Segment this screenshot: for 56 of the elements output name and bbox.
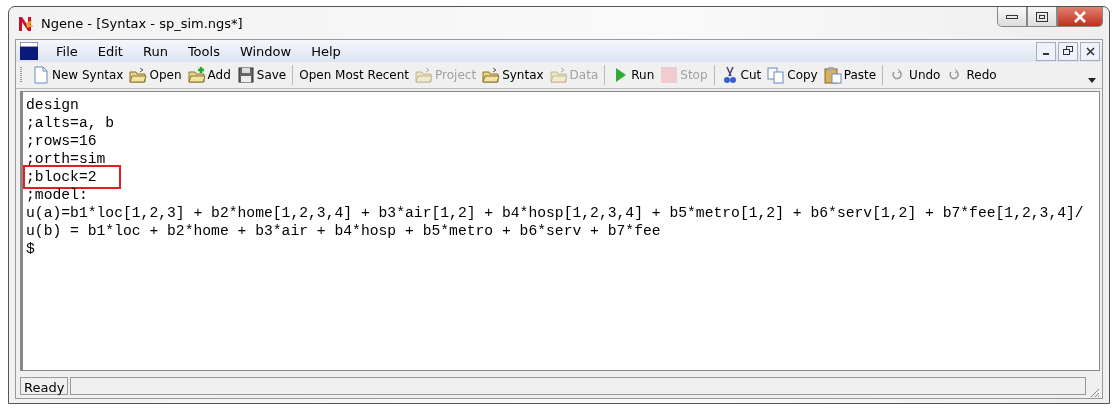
folder-icon <box>129 66 148 84</box>
restore-icon <box>1063 46 1073 56</box>
code-line: ;orth=sim <box>26 150 106 168</box>
code-line: design <box>26 96 79 114</box>
toolbar-button[interactable]: Open <box>126 64 185 86</box>
menu-item[interactable]: Help <box>303 43 349 59</box>
toolbar-button[interactable]: Add <box>184 64 234 86</box>
toolbar-button[interactable]: Undo <box>886 64 944 86</box>
minimize-button[interactable] <box>997 7 1027 27</box>
toolbar-button[interactable]: Save <box>233 64 290 86</box>
folder-icon <box>549 66 568 84</box>
page-icon <box>32 66 50 84</box>
menu-item[interactable]: Window <box>231 43 300 59</box>
toolbar-button[interactable]: New Syntax <box>29 64 127 86</box>
close-button[interactable] <box>1057 7 1103 27</box>
toolbar-button[interactable]: Syntax <box>479 64 547 86</box>
status-text: Ready <box>20 377 69 395</box>
maximize-icon <box>1036 11 1048 22</box>
restore-button[interactable] <box>1058 41 1078 61</box>
save-icon <box>236 66 255 84</box>
code-line: ;model: <box>26 186 88 204</box>
code-line: ;rows=16 <box>26 132 97 150</box>
menu-item[interactable]: File <box>48 43 86 59</box>
toolbar-button[interactable]: Copy <box>764 64 821 86</box>
toolbar-grip-icon <box>20 66 23 84</box>
menu-item[interactable]: Tools <box>179 43 228 59</box>
close-icon <box>1073 10 1087 23</box>
folder-icon <box>482 66 501 84</box>
paste-icon <box>823 66 842 84</box>
window-title: Ngene - [Syntax - sp_sim.ngs*] <box>41 16 243 31</box>
code-line: u(a)=b1*loc[1,2,3] + b2*home[1,2,3,4] + b3*air[1,2] + b4*hosp[1,2,3,4] + b5*metro[1,2] + b6*serv[1,2] + b7*fee[1,2,3,4]/ <box>26 204 1084 222</box>
maximize-button[interactable] <box>1027 7 1057 27</box>
toolbar-button[interactable]: Redo <box>943 64 1000 86</box>
folder-plus-icon <box>187 66 206 84</box>
minimize-button[interactable] <box>1036 41 1056 61</box>
highlighted-code-line: ;block=2 <box>25 167 119 187</box>
code-editor[interactable] <box>20 91 1100 371</box>
stop-icon <box>660 66 679 84</box>
menu-item[interactable]: Run <box>134 43 176 59</box>
resize-grip-icon[interactable] <box>1088 386 1100 398</box>
toolbar-button[interactable]: Paste <box>820 64 880 86</box>
code-line: ;alts=a, b <box>26 114 115 132</box>
folder-icon <box>415 66 434 84</box>
code-line: u(b) = b1*loc + b2*home + b3*air + b4*hosp + b5*metro + b6*serv + b7*fee <box>26 222 661 240</box>
code-line: $ <box>26 240 35 258</box>
syntax-document-icon <box>20 42 38 60</box>
dropdown-caret-icon[interactable] <box>1088 77 1096 83</box>
minimize-icon <box>1006 13 1018 20</box>
menu-item[interactable]: Edit <box>89 43 131 59</box>
close-button[interactable] <box>1080 41 1100 61</box>
toolbar-button[interactable]: Cut <box>717 64 765 86</box>
toolbar-button[interactable]: Open Most Recent <box>296 64 413 86</box>
app-logo-icon <box>17 15 35 33</box>
close-icon <box>1085 46 1095 56</box>
copy-icon <box>767 66 786 84</box>
toolbar-button[interactable]: Run <box>608 64 658 86</box>
